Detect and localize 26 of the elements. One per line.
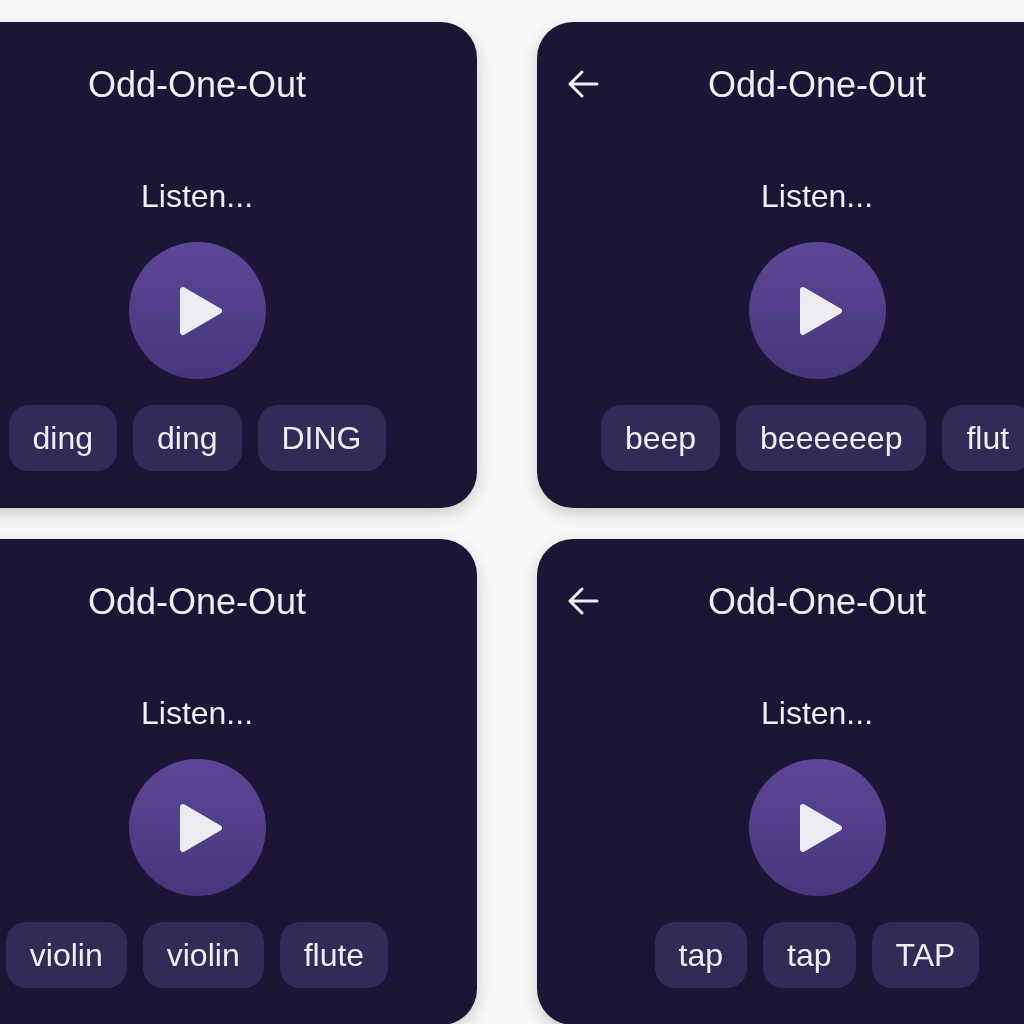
answer-chip[interactable]: DING bbox=[257, 405, 386, 471]
answer-chip[interactable]: flut bbox=[942, 405, 1024, 471]
answer-chip[interactable]: ding bbox=[133, 405, 242, 471]
card-title: Odd-One-Out bbox=[707, 580, 927, 624]
card-title: Odd-One-Out bbox=[87, 580, 307, 624]
back-arrow-icon bbox=[566, 586, 600, 616]
answer-chip[interactable]: flute bbox=[279, 922, 389, 988]
card-title: Odd-One-Out bbox=[87, 63, 307, 107]
answer-chip[interactable]: violin bbox=[142, 922, 264, 988]
play-icon bbox=[179, 802, 223, 853]
answer-chip[interactable]: violin bbox=[5, 922, 127, 988]
answer-chip[interactable]: beeeeeep bbox=[736, 405, 927, 471]
card-title: Odd-One-Out bbox=[707, 63, 927, 107]
answer-chip[interactable]: tap bbox=[763, 922, 856, 988]
listen-prompt: Listen... bbox=[140, 177, 254, 216]
play-icon bbox=[179, 285, 223, 336]
back-arrow-icon bbox=[566, 69, 600, 99]
listen-prompt: Listen... bbox=[760, 177, 874, 216]
answer-chip[interactable]: ding bbox=[8, 405, 117, 471]
listen-prompt: Listen... bbox=[760, 694, 874, 733]
answer-chip[interactable]: beep bbox=[600, 405, 721, 471]
answer-chip[interactable]: TAP bbox=[871, 922, 980, 988]
play-icon bbox=[799, 285, 843, 336]
answer-chip[interactable]: tap bbox=[654, 922, 748, 988]
listen-prompt: Listen... bbox=[140, 694, 254, 733]
play-icon bbox=[799, 802, 843, 853]
